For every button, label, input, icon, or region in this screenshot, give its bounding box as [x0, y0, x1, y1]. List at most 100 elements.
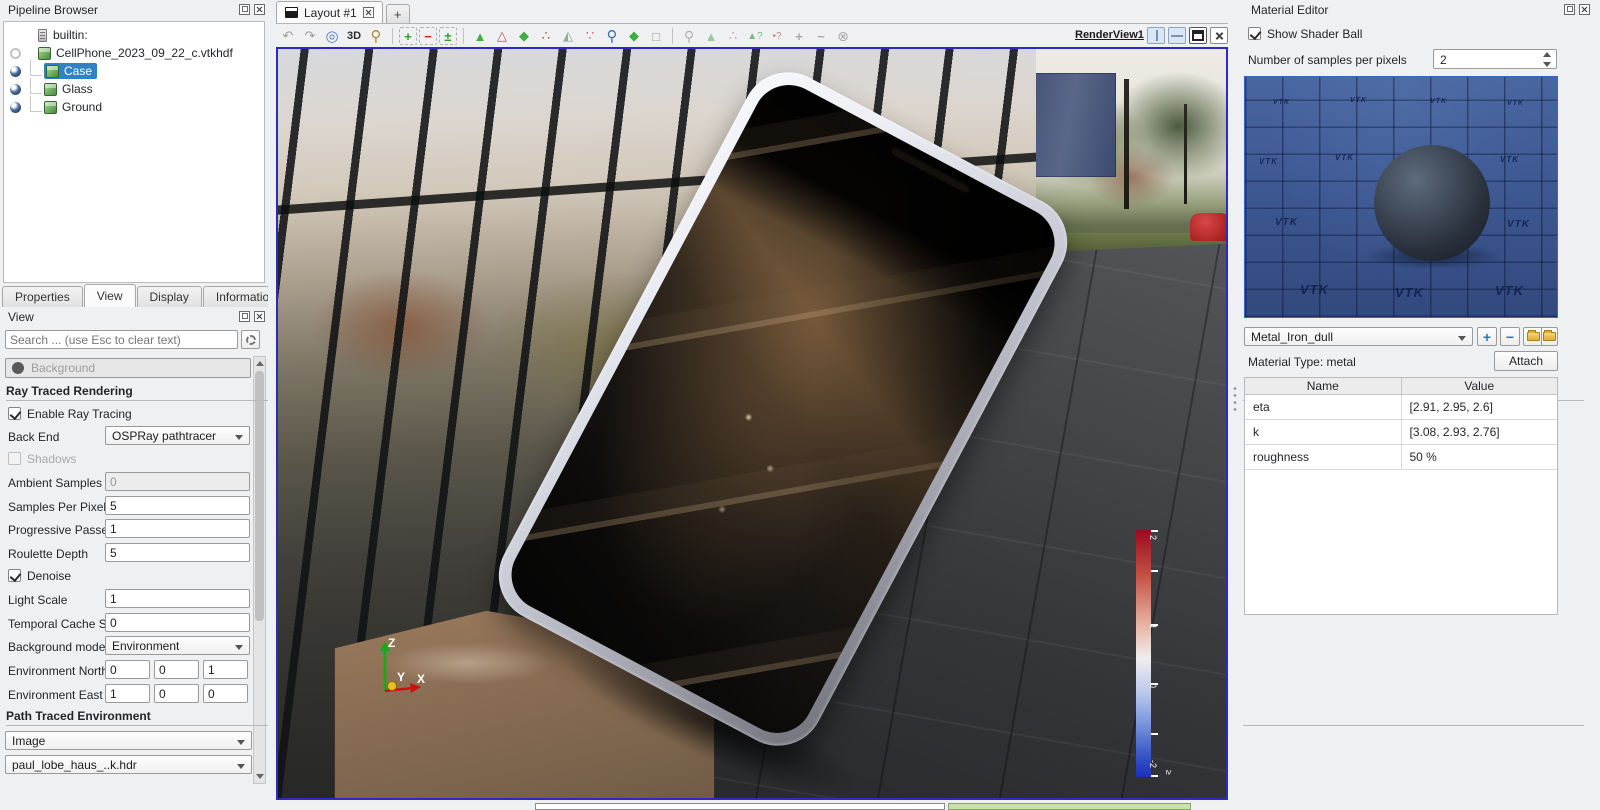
toggle-3d-icon[interactable]: 3D	[344, 26, 364, 46]
material-select-combo[interactable]: Metal_Iron_dull	[1244, 327, 1473, 346]
layout-tab[interactable]: Layout #1	[276, 1, 383, 23]
env-east-y-input[interactable]	[154, 684, 199, 703]
visibility-eye-icon[interactable]	[9, 47, 21, 59]
render-view-name[interactable]: RenderView1	[1075, 29, 1144, 41]
close-icon[interactable]	[254, 311, 265, 322]
close-layout-icon[interactable]	[362, 7, 374, 18]
add-material-button[interactable]: +	[1477, 327, 1497, 346]
close-view-button[interactable]	[1210, 27, 1228, 44]
interactive-select-points-icon[interactable]: ∴	[723, 26, 743, 46]
undock-icon[interactable]	[239, 4, 250, 15]
visibility-eye-icon[interactable]	[9, 101, 21, 113]
tab-display[interactable]: Display	[136, 286, 202, 307]
table-row[interactable]: eta [2.91, 2.95, 2.6]	[1245, 395, 1557, 420]
panel-splitter[interactable]	[1233, 385, 1237, 411]
name-column-header[interactable]: Name	[1245, 378, 1401, 394]
close-icon[interactable]	[254, 4, 265, 15]
shadows-label: Shadows	[27, 452, 77, 466]
spin-down-icon[interactable]	[1543, 62, 1551, 67]
select-points-through-icon[interactable]: ∴	[536, 26, 556, 46]
tab-view[interactable]: View	[83, 284, 136, 307]
background-color-button[interactable]: Background	[5, 358, 251, 378]
scroll-up-icon[interactable]	[256, 361, 264, 366]
eye-cell	[4, 83, 26, 95]
select-blocks-icon[interactable]: ◆	[624, 26, 644, 46]
denoise-checkbox[interactable]	[8, 569, 21, 582]
remove-material-button[interactable]: −	[1500, 327, 1520, 346]
pipeline-item-source[interactable]: CellPhone_2023_09_22_c.vtkhdf	[4, 44, 264, 62]
visibility-eye-icon[interactable]	[9, 83, 21, 95]
close-icon[interactable]	[1579, 4, 1590, 15]
tab-properties[interactable]: Properties	[2, 286, 83, 307]
query-points-icon[interactable]: •?	[767, 26, 787, 46]
interactive-select-cells-icon[interactable]: ▲	[701, 26, 721, 46]
pipeline-item-case[interactable]: Case	[4, 59, 264, 80]
environment-type-combo[interactable]: Image	[5, 731, 252, 750]
pipeline-item-ground[interactable]: Ground	[4, 95, 264, 116]
orientation-axes-widget: Z Y X	[380, 636, 425, 693]
render-viewport[interactable]: Z Y X 2 1 0 -2 ≥	[276, 47, 1228, 800]
subtract-selection-icon[interactable]: −	[419, 27, 437, 45]
red-car	[1190, 213, 1226, 241]
select-points-on-surface-icon[interactable]: △	[492, 26, 512, 46]
table-row[interactable]: k [3.08, 2.93, 2.76]	[1245, 420, 1557, 445]
value-column-header[interactable]: Value	[1400, 378, 1558, 394]
progressive-passes-input[interactable]	[105, 519, 250, 538]
environment-file-value: paul_lobe_haus_..k.hdr	[12, 757, 137, 772]
light-scale-input[interactable]	[105, 589, 250, 608]
property-value[interactable]: [2.91, 2.95, 2.6]	[1400, 395, 1558, 419]
show-shader-ball-label: Show Shader Ball	[1267, 27, 1363, 41]
attach-button[interactable]: Attach	[1494, 351, 1558, 371]
pipeline-item-glass[interactable]: Glass	[4, 77, 264, 98]
back-end-combo[interactable]: OSPRay pathtracer	[105, 426, 250, 445]
env-east-x-input[interactable]	[105, 684, 150, 703]
material-properties-table: Name Value eta [2.91, 2.95, 2.6] k [3.08…	[1244, 377, 1558, 615]
show-shader-ball-checkbox[interactable]	[1248, 27, 1261, 40]
enable-ray-tracing-checkbox[interactable]	[8, 407, 21, 420]
env-north-z-input[interactable]	[203, 660, 248, 679]
env-north-x-input[interactable]	[105, 660, 150, 679]
pipeline-item-builtin[interactable]: builtin:	[4, 26, 264, 44]
new-layout-tab[interactable]: +	[385, 4, 410, 23]
visibility-eye-icon[interactable]	[9, 65, 21, 77]
undock-icon[interactable]	[1564, 4, 1575, 15]
select-cells-through-icon[interactable]: ◆	[514, 26, 534, 46]
split-vertical-button[interactable]	[1168, 27, 1186, 44]
scroll-down-icon[interactable]	[256, 774, 264, 779]
spin-up-icon[interactable]	[1543, 52, 1551, 57]
table-row[interactable]: roughness 50 %	[1245, 445, 1557, 470]
select-cells-on-surface-icon[interactable]: ▲	[470, 26, 490, 46]
select-points-polygon-icon[interactable]: ∵	[580, 26, 600, 46]
render-toolbar: ↶ ↷ ◎ 3D ⚲ + − ± ▲ △ ◆ ∴ ◭ ∵ ⚲ ◆ □ ⚲ ▲ ∴…	[278, 25, 853, 47]
maximize-view-button[interactable]	[1189, 27, 1207, 44]
search-options-button[interactable]	[241, 330, 260, 349]
save-material-button[interactable]	[1541, 327, 1558, 346]
select-frustum-icon[interactable]: □	[646, 26, 666, 46]
temporal-cache-size-input[interactable]	[105, 613, 250, 632]
load-material-button[interactable]	[1523, 327, 1543, 346]
query-cells-icon[interactable]: ▲?	[745, 26, 765, 46]
save-screenshot-icon[interactable]: ◎	[322, 26, 342, 46]
zoom-to-box-icon[interactable]: ⚲	[366, 26, 386, 46]
view-panel-titlebar: View	[0, 307, 268, 327]
undock-icon[interactable]	[239, 311, 250, 322]
search-input[interactable]	[5, 330, 238, 349]
select-cells-polygon-icon[interactable]: ◭	[558, 26, 578, 46]
scroll-thumb[interactable]	[255, 371, 264, 621]
spinner-arrows[interactable]	[1540, 52, 1554, 67]
toggle-selection-icon[interactable]: ±	[439, 27, 457, 45]
property-value[interactable]: [3.08, 2.93, 2.76]	[1400, 420, 1558, 444]
env-east-z-input[interactable]	[203, 684, 248, 703]
background-mode-combo[interactable]: Environment	[105, 636, 250, 655]
samples-per-pixel-input[interactable]	[105, 496, 250, 515]
roulette-depth-input[interactable]	[105, 543, 250, 562]
property-value[interactable]: 50 %	[1400, 445, 1558, 469]
samples-spinbox[interactable]: 2	[1433, 49, 1557, 69]
environment-file-combo[interactable]: paul_lobe_haus_..k.hdr	[5, 755, 252, 774]
split-horizontal-button[interactable]	[1147, 27, 1165, 44]
env-north-y-input[interactable]	[154, 660, 199, 679]
z-axis-label: Z	[388, 636, 395, 650]
add-selection-icon[interactable]: +	[399, 27, 417, 45]
select-block-icon[interactable]: ⚲	[602, 26, 622, 46]
server-icon	[38, 28, 47, 42]
